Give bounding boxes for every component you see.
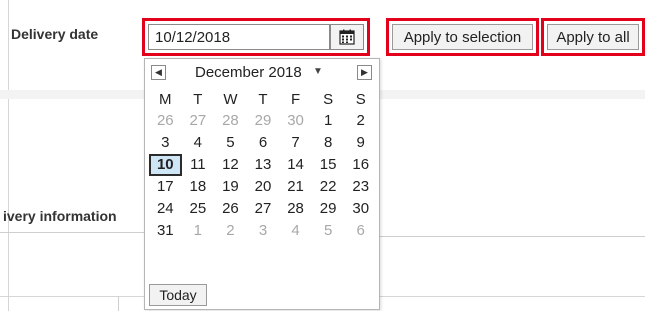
day-cell[interactable]: 27 <box>247 198 280 220</box>
weekday-label: S <box>323 91 334 108</box>
selected-day-cell[interactable]: 10 <box>149 154 182 176</box>
weekday-label: S <box>355 91 366 108</box>
day-cell[interactable]: 14 <box>279 154 312 176</box>
day-cell[interactable]: 26 <box>214 198 247 220</box>
weekday-label: F <box>290 91 301 108</box>
day-grid: 26 27 28 29 30 1 2 3 4 5 6 7 8 9 10 11 12 13 14 15 16 17 18 19 2… <box>149 110 377 242</box>
day-cell[interactable]: 12 <box>214 154 247 176</box>
delivery-date-label: Delivery date <box>11 26 99 42</box>
day-cell[interactable]: 6 <box>344 220 377 242</box>
day-cell[interactable]: 7 <box>279 132 312 154</box>
day-cell[interactable]: 26 <box>149 110 182 132</box>
day-cell[interactable]: 9 <box>344 132 377 154</box>
calendar-button[interactable] <box>330 24 364 50</box>
delivery-date-input[interactable] <box>148 24 330 50</box>
today-button[interactable]: Today <box>149 284 207 306</box>
day-cell[interactable]: 1 <box>312 110 345 132</box>
weekday-header: MTWTFSS <box>149 90 377 110</box>
day-cell[interactable]: 27 <box>182 110 215 132</box>
delivery-information-heading: ivery information <box>3 208 117 224</box>
chevron-right-icon: ▶ <box>361 67 368 77</box>
chevron-left-icon: ◀ <box>155 67 162 77</box>
day-cell[interactable]: 5 <box>312 220 345 242</box>
day-cell[interactable]: 17 <box>149 176 182 198</box>
day-cell[interactable]: 23 <box>344 176 377 198</box>
day-cell[interactable]: 18 <box>182 176 215 198</box>
calendar-icon <box>339 29 355 45</box>
day-cell[interactable]: 15 <box>312 154 345 176</box>
day-cell[interactable]: 29 <box>312 198 345 220</box>
day-cell[interactable]: 28 <box>279 198 312 220</box>
weekday-label: T <box>193 91 203 108</box>
day-cell[interactable]: 29 <box>247 110 280 132</box>
day-cell[interactable]: 30 <box>279 110 312 132</box>
previous-month-button[interactable]: ◀ <box>151 65 166 80</box>
date-picker-popup: ◀ December 2018 ▼ ▶ MTWTFSS 26 27 28 29 30 1 2… <box>144 58 380 310</box>
weekday-label: W <box>223 91 238 108</box>
day-cell[interactable]: 31 <box>149 220 182 242</box>
weekday-label: T <box>258 91 268 108</box>
day-cell[interactable]: 13 <box>247 154 280 176</box>
day-cell[interactable]: 3 <box>247 220 280 242</box>
day-cell[interactable]: 2 <box>214 220 247 242</box>
day-cell[interactable]: 28 <box>214 110 247 132</box>
day-cell[interactable]: 8 <box>312 132 345 154</box>
day-cell[interactable]: 5 <box>214 132 247 154</box>
day-cell[interactable]: 25 <box>182 198 215 220</box>
form-left-border <box>8 0 9 311</box>
section-divider <box>0 232 145 233</box>
section-divider-right <box>380 236 645 237</box>
month-year-label[interactable]: December 2018 <box>195 64 302 81</box>
day-cell[interactable]: 4 <box>279 220 312 242</box>
day-cell[interactable]: 19 <box>214 176 247 198</box>
apply-to-all-button[interactable]: Apply to all <box>547 24 639 50</box>
day-cell[interactable]: 1 <box>182 220 215 242</box>
day-cell[interactable]: 21 <box>279 176 312 198</box>
day-cell[interactable]: 16 <box>344 154 377 176</box>
day-cell[interactable]: 2 <box>344 110 377 132</box>
chevron-down-icon[interactable]: ▼ <box>313 66 323 77</box>
next-month-button[interactable]: ▶ <box>357 65 372 80</box>
column-separator <box>118 296 119 311</box>
day-cell[interactable]: 3 <box>149 132 182 154</box>
day-cell[interactable]: 22 <box>312 176 345 198</box>
day-cell[interactable]: 24 <box>149 198 182 220</box>
weekday-label: M <box>159 91 172 108</box>
apply-to-selection-button[interactable]: Apply to selection <box>392 24 533 50</box>
day-cell[interactable]: 30 <box>344 198 377 220</box>
day-cell[interactable]: 11 <box>182 154 215 176</box>
day-cell[interactable]: 6 <box>247 132 280 154</box>
day-cell[interactable]: 20 <box>247 176 280 198</box>
day-cell[interactable]: 4 <box>182 132 215 154</box>
